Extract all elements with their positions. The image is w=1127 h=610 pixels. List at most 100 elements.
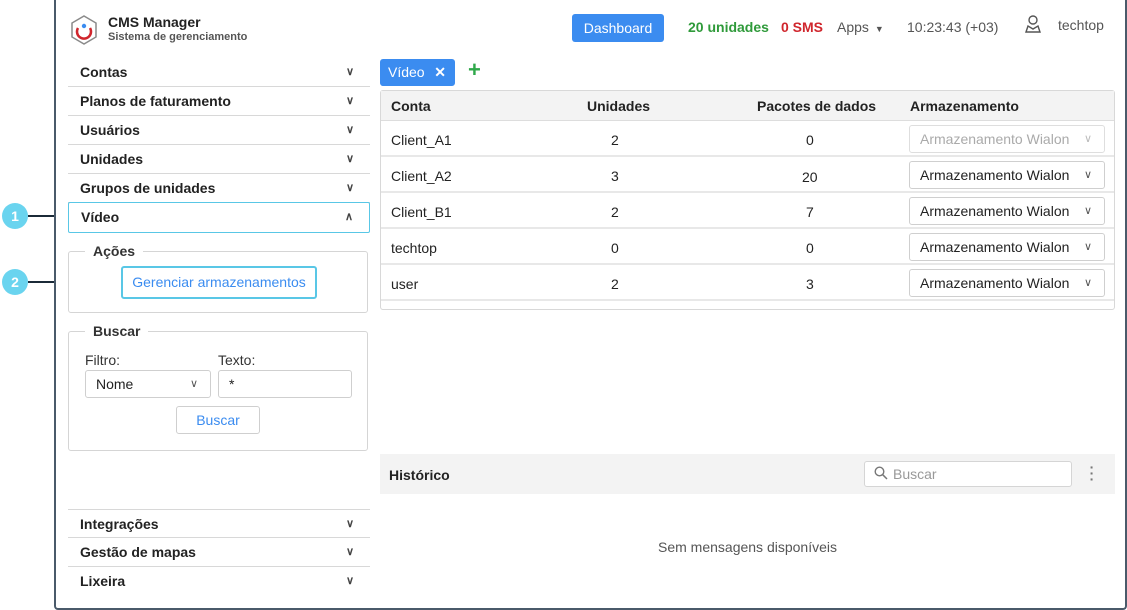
- close-icon[interactable]: ✕: [434, 59, 446, 86]
- filter-label: Filtro:: [85, 352, 120, 368]
- dashboard-button[interactable]: Dashboard: [572, 14, 664, 42]
- chevron-down-icon: ∨: [345, 546, 354, 558]
- storage-select-value: Armazenamento Wialon: [920, 167, 1070, 183]
- sidebar-item-label: Vídeo: [81, 209, 120, 225]
- app-subtitle: Sistema de gerenciamento: [108, 31, 248, 43]
- storage-select[interactable]: Armazenamento Wialon ∨: [909, 197, 1105, 225]
- column-header[interactable]: Unidades: [587, 98, 650, 114]
- more-options-icon[interactable]: · · ·: [1086, 460, 1098, 486]
- callout-2: 2: [2, 269, 28, 295]
- chevron-down-icon: ∨: [345, 518, 354, 530]
- table-row[interactable]: Client_B1 2 7 Armazenamento Wialon ∨: [381, 193, 1114, 229]
- cell-units: 2: [611, 132, 619, 148]
- sidebar-item-planos[interactable]: Planos de faturamento ∨: [68, 87, 370, 116]
- cell-account: Client_A2: [391, 168, 452, 184]
- column-header[interactable]: Conta: [391, 98, 431, 114]
- sidebar-item-video[interactable]: Vídeo ∧: [68, 202, 370, 233]
- column-header[interactable]: Armazenamento: [910, 98, 1019, 114]
- chevron-down-icon: ∨: [345, 66, 354, 78]
- cell-packets: 3: [806, 276, 814, 292]
- actions-legend: Ações: [85, 243, 144, 259]
- storage-select[interactable]: Armazenamento Wialon ∨: [909, 269, 1105, 297]
- tab-label: Vídeo: [388, 64, 425, 80]
- tab-video[interactable]: Vídeo ✕: [380, 59, 455, 86]
- apps-menu[interactable]: Apps ▼: [837, 19, 884, 35]
- cell-account: Client_A1: [391, 132, 452, 148]
- storage-select: Armazenamento Wialon ∨: [909, 125, 1105, 153]
- empty-history-message: Sem mensagens disponíveis: [658, 539, 837, 555]
- chevron-down-icon: ∨: [1083, 241, 1092, 253]
- cell-units: 3: [611, 168, 619, 184]
- cell-units: 0: [611, 240, 619, 256]
- chevron-down-icon: ∨: [345, 182, 354, 194]
- sidebar-item-label: Contas: [80, 64, 128, 80]
- sidebar-item-integracoes[interactable]: Integrações ∨: [68, 509, 370, 538]
- text-input[interactable]: *: [218, 370, 352, 398]
- sidebar-item-grupos[interactable]: Grupos de unidades ∨: [68, 174, 370, 203]
- units-counter[interactable]: 20 unidades: [688, 19, 769, 35]
- caret-down-icon: ▼: [874, 24, 884, 34]
- storage-select[interactable]: Armazenamento Wialon ∨: [909, 233, 1105, 261]
- cms-logo-icon: [71, 15, 97, 45]
- cell-units: 2: [611, 204, 619, 220]
- search-button[interactable]: Buscar: [176, 406, 260, 434]
- add-tab-icon[interactable]: +: [468, 58, 481, 82]
- history-title: Histórico: [389, 467, 450, 483]
- chevron-down-icon: ∨: [189, 378, 198, 390]
- sidebar-item-label: Planos de faturamento: [80, 93, 231, 109]
- column-header[interactable]: Pacotes de dados: [757, 98, 876, 114]
- chevron-down-icon: ∨: [345, 153, 354, 165]
- cell-account: Client_B1: [391, 204, 452, 220]
- table-row[interactable]: Client_A1 2 0 Armazenamento Wialon ∨: [381, 121, 1114, 157]
- cell-packets: 7: [806, 204, 814, 220]
- storage-select-value: Armazenamento Wialon: [920, 239, 1070, 255]
- chevron-down-icon: ∨: [1083, 277, 1092, 289]
- cell-packets: 0: [806, 132, 814, 148]
- actions-panel: Ações Gerenciar armazenamentos: [68, 243, 368, 313]
- storage-select-value: Armazenamento Wialon: [920, 275, 1070, 291]
- apps-label: Apps: [837, 19, 869, 35]
- table-row[interactable]: techtop 0 0 Armazenamento Wialon ∨: [381, 229, 1114, 265]
- sidebar: Contas ∨ Planos de faturamento ∨ Usuários ∨…: [68, 58, 370, 608]
- sidebar-item-usuarios[interactable]: Usuários ∨: [68, 116, 370, 145]
- filter-select-value: Nome: [96, 376, 134, 392]
- callout-1: 1: [2, 203, 28, 229]
- chevron-down-icon: ∨: [1083, 205, 1092, 217]
- sidebar-item-contas[interactable]: Contas ∨: [68, 58, 370, 87]
- chevron-down-icon: ∨: [345, 575, 354, 587]
- chevron-up-icon: ∧: [344, 211, 353, 223]
- sidebar-item-label: Unidades: [80, 151, 144, 167]
- filter-select[interactable]: Nome ∨: [85, 370, 211, 398]
- chevron-down-icon: ∨: [345, 124, 354, 136]
- storage-select-value: Armazenamento Wialon: [920, 203, 1070, 219]
- user-icon[interactable]: [1024, 14, 1042, 34]
- app-window: CMS Manager Sistema de gerenciamento Das…: [54, 0, 1127, 610]
- chevron-down-icon: ∨: [345, 95, 354, 107]
- history-search-input[interactable]: Buscar: [864, 461, 1072, 487]
- table-row[interactable]: user 2 3 Armazenamento Wialon ∨: [381, 265, 1114, 301]
- table-row[interactable]: Client_A2 3 20 Armazenamento Wialon ∨: [381, 157, 1114, 193]
- manage-storages-button[interactable]: Gerenciar armazenamentos: [121, 266, 317, 299]
- sidebar-item-label: Gestão de mapas: [80, 544, 196, 560]
- search-legend: Buscar: [85, 323, 149, 339]
- chevron-down-icon: ∨: [1083, 133, 1092, 145]
- storage-select[interactable]: Armazenamento Wialon ∨: [909, 161, 1105, 189]
- sms-counter[interactable]: 0 SMS: [781, 19, 823, 35]
- sidebar-item-lixeira[interactable]: Lixeira ∨: [68, 567, 370, 596]
- sidebar-item-gestao-mapas[interactable]: Gestão de mapas ∨: [68, 538, 370, 567]
- storage-select-value: Armazenamento Wialon: [920, 131, 1070, 147]
- cell-packets: 0: [806, 240, 814, 256]
- text-label: Texto:: [218, 352, 256, 368]
- sidebar-item-label: Grupos de unidades: [80, 180, 216, 196]
- cell-units: 2: [611, 276, 619, 292]
- user-name[interactable]: techtop: [1058, 17, 1104, 33]
- cell-packets: 20: [802, 169, 818, 185]
- header: CMS Manager Sistema de gerenciamento Das…: [56, 0, 1125, 56]
- clock: 10:23:43 (+03): [907, 19, 999, 35]
- cell-account: techtop: [391, 240, 437, 256]
- sidebar-item-label: Lixeira: [80, 573, 126, 589]
- accounts-table: Conta Unidades Pacotes de dados Armazena…: [380, 90, 1115, 310]
- search-icon: [874, 466, 888, 480]
- table-header: Conta Unidades Pacotes de dados Armazena…: [381, 91, 1114, 121]
- sidebar-item-unidades[interactable]: Unidades ∨: [68, 145, 370, 174]
